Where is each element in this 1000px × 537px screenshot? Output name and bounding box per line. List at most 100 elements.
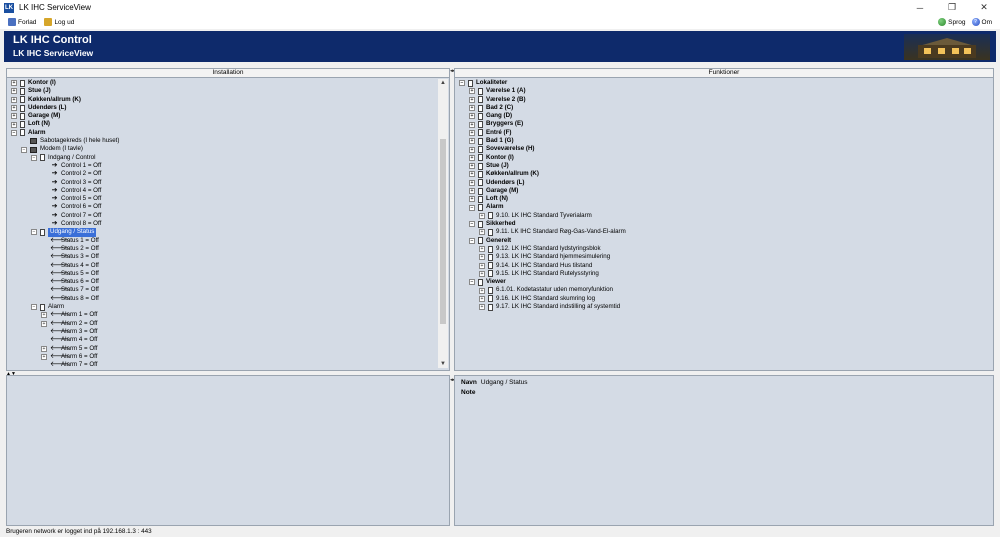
tree-item[interactable]: + Entré (F) <box>459 129 981 137</box>
tree-item[interactable]: + 🡐 Alarm 2 = Off <box>11 320 437 328</box>
expand-icon[interactable]: + <box>479 270 485 277</box>
collapse-icon[interactable]: − <box>469 279 475 286</box>
tree-item[interactable]: ➔ Control 5 = Off <box>11 195 437 203</box>
scroll-thumb[interactable] <box>440 139 446 324</box>
expand-icon[interactable]: + <box>469 105 475 112</box>
expand-icon[interactable]: + <box>469 171 475 178</box>
expand-icon[interactable]: + <box>41 312 47 319</box>
expand-icon[interactable]: + <box>41 320 47 327</box>
tree-item[interactable]: − Lokaliteter <box>459 79 981 87</box>
installation-scrollbar[interactable]: ▲ ▼ <box>438 79 448 368</box>
expand-icon[interactable]: + <box>479 254 485 261</box>
expand-icon[interactable]: + <box>479 295 485 302</box>
tree-item[interactable]: + Garage (M) <box>459 187 981 195</box>
tree-item[interactable]: − Alarm <box>11 129 437 137</box>
expand-icon[interactable]: + <box>479 212 485 219</box>
expand-icon[interactable]: + <box>469 154 475 161</box>
collapse-icon[interactable]: − <box>31 229 37 236</box>
scroll-up-icon[interactable]: ▲ <box>438 80 448 86</box>
expand-icon[interactable]: + <box>469 129 475 136</box>
expand-icon[interactable]: + <box>479 262 485 269</box>
tree-item[interactable]: − Alarm <box>459 203 981 212</box>
tree-item[interactable]: + Bad 2 (C) <box>459 104 981 112</box>
tree-item[interactable]: − Udgang / Status <box>11 228 437 237</box>
scroll-down-icon[interactable]: ▼ <box>438 361 448 367</box>
tree-item[interactable]: + Loft (N) <box>11 120 437 129</box>
expand-icon[interactable]: + <box>469 96 475 103</box>
expand-icon[interactable]: + <box>479 229 485 236</box>
collapse-icon[interactable]: − <box>459 80 465 87</box>
splitter-top-icon[interactable]: ◂▸ <box>450 68 455 74</box>
tree-item[interactable]: 🡐 Status 1 = Off <box>11 237 437 245</box>
tree-item[interactable]: + Stue (J) <box>459 162 981 170</box>
expand-icon[interactable]: + <box>469 163 475 170</box>
tree-item[interactable]: ➔ Control 3 = Off <box>11 179 437 187</box>
tree-item[interactable]: + Kontor (I) <box>11 79 437 87</box>
expand-icon[interactable]: + <box>469 121 475 128</box>
tree-item[interactable]: + 🡐 Alarm 5 = Off <box>11 345 437 353</box>
tree-item[interactable]: +9.15. LK IHC Standard Rutelysstyring <box>459 270 981 278</box>
expand-icon[interactable]: + <box>469 196 475 203</box>
collapse-icon[interactable]: − <box>31 304 37 311</box>
expand-icon[interactable]: + <box>479 246 485 253</box>
tree-item[interactable]: + Soveværelse (H) <box>459 145 981 154</box>
tree-item[interactable]: 🡐 Alarm 3 = Off <box>11 328 437 336</box>
tree-item[interactable]: − Alarm <box>11 303 437 311</box>
tree-item[interactable]: + Bryggers (E) <box>459 120 981 129</box>
logout-menu-item[interactable]: Log ud <box>44 18 74 26</box>
tree-item[interactable]: + Garage (M) <box>11 112 437 120</box>
tree-item[interactable]: +6.1.01. Kodetastatur uden memoryfunktio… <box>459 286 981 295</box>
tree-item[interactable]: − Generelt <box>459 237 981 245</box>
expand-icon[interactable]: + <box>11 121 17 128</box>
collapse-icon[interactable]: − <box>21 146 27 153</box>
tree-item[interactable]: + Værelse 2 (B) <box>459 96 981 104</box>
tree-item[interactable]: 🡐 Status 6 = Off <box>11 278 437 286</box>
collapse-icon[interactable]: − <box>469 204 475 211</box>
exit-menu-item[interactable]: Forlad <box>8 18 36 26</box>
tree-item[interactable]: +9.13. LK IHC Standard hjemmesimulering <box>459 253 981 261</box>
tree-item[interactable]: ➔ Control 6 = Off <box>11 203 437 211</box>
expand-icon[interactable]: + <box>469 113 475 120</box>
tree-item[interactable]: ➔ Control 4 = Off <box>11 187 437 195</box>
collapse-icon[interactable]: − <box>469 237 475 244</box>
tree-item[interactable]: ➔ Control 2 = Off <box>11 170 437 178</box>
splitter-bottom-icon[interactable]: ◂▸ <box>450 377 455 383</box>
expand-icon[interactable]: + <box>469 138 475 145</box>
tree-item[interactable]: 🡐 Status 4 = Off <box>11 262 437 270</box>
tree-item[interactable]: +9.12. LK IHC Standard lydstyringsblok <box>459 245 981 253</box>
tree-item[interactable]: +9.17. LK IHC Standard indstilling af sy… <box>459 303 981 311</box>
expand-icon[interactable]: + <box>11 88 17 95</box>
tree-item[interactable]: + Udendørs (L) <box>11 104 437 112</box>
expand-icon[interactable]: + <box>469 188 475 194</box>
close-button[interactable]: ✕ <box>968 0 1000 15</box>
tree-item[interactable]: +9.10. LK IHC Standard Tyverialarm <box>459 212 981 220</box>
expand-icon[interactable]: + <box>11 105 17 112</box>
tree-item[interactable]: + 🡐 Alarm 6 = Off <box>11 353 437 361</box>
tree-item[interactable]: + Stue (J) <box>11 87 437 95</box>
language-menu-item[interactable]: Sprog <box>938 18 966 26</box>
tree-item[interactable]: 🡐 Alarm 7 = Off <box>11 361 437 368</box>
tree-item[interactable]: + Værelse 1 (A) <box>459 87 981 95</box>
expand-icon[interactable]: + <box>41 345 47 352</box>
tree-item[interactable]: ➔ Control 7 = Off <box>11 212 437 220</box>
expand-icon[interactable]: + <box>479 287 485 294</box>
tree-item[interactable]: ➔ Control 1 = Off <box>11 162 437 170</box>
expand-icon[interactable]: + <box>41 353 47 360</box>
tree-item[interactable]: + 🡐 Alarm 1 = Off <box>11 311 437 319</box>
tree-item[interactable]: +9.11. LK IHC Standard Røg-Gas-Vand-El-a… <box>459 228 981 236</box>
tree-item[interactable]: 🡐 Status 2 = Off <box>11 245 437 253</box>
tree-item[interactable]: 🡐 Status 5 = Off <box>11 270 437 278</box>
collapse-icon[interactable]: − <box>11 129 17 136</box>
tree-item[interactable]: 🡐 Status 3 = Off <box>11 253 437 261</box>
tree-item[interactable]: 🡐 Alarm 4 = Off <box>11 336 437 344</box>
tree-item[interactable]: 🡐 Status 7 = Off <box>11 286 437 294</box>
expand-icon[interactable]: + <box>469 146 475 153</box>
minimize-button[interactable]: ─ <box>904 0 936 15</box>
tree-item[interactable]: − Viewer <box>459 278 981 286</box>
expand-icon[interactable]: + <box>479 304 485 311</box>
tree-item[interactable]: + Køkken/allrum (K) <box>11 96 437 104</box>
tree-item[interactable]: Sabotagekreds (I hele huset) <box>11 137 437 145</box>
tree-item[interactable]: ➔ Control 8 = Off <box>11 220 437 228</box>
collapse-icon[interactable]: − <box>31 154 37 161</box>
tree-item[interactable]: + Loft (N) <box>459 195 981 203</box>
